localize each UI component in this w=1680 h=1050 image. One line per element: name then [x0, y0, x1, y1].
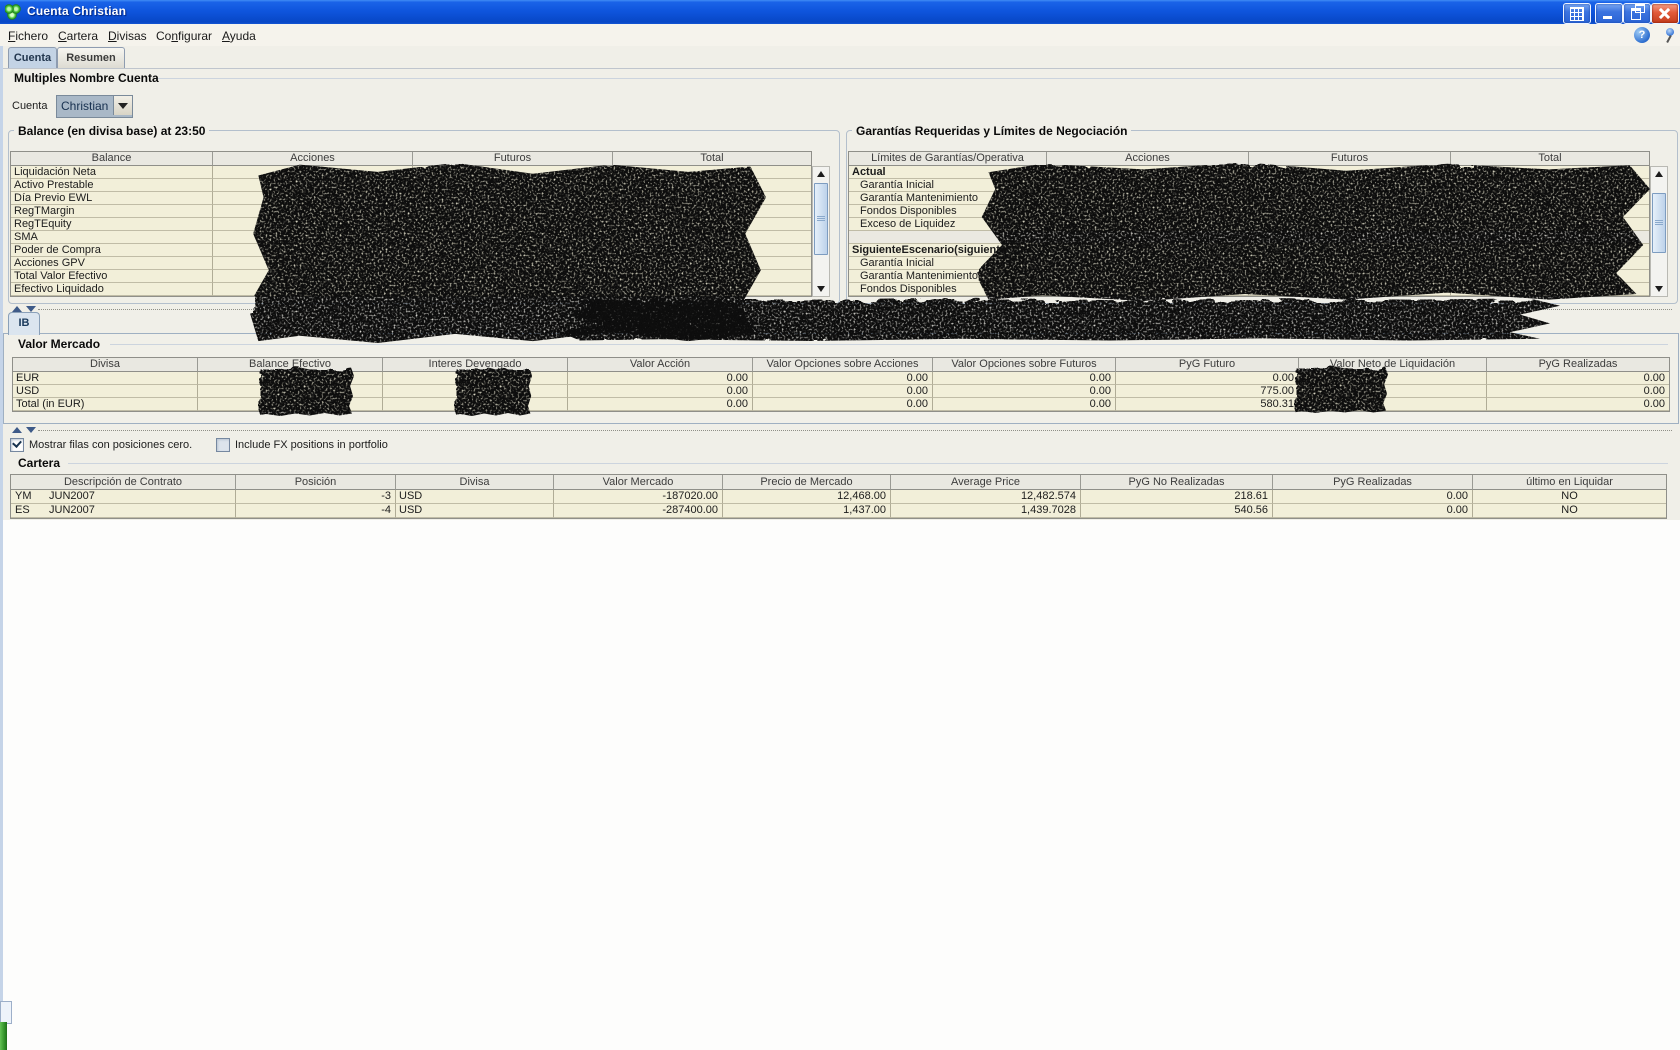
close-button[interactable]: [1651, 3, 1679, 24]
column-header[interactable]: Total: [1451, 152, 1649, 166]
empty-area: [0, 520, 1680, 1050]
column-header[interactable]: Posición: [236, 475, 396, 490]
column-header[interactable]: Divisa: [13, 358, 198, 372]
column-header[interactable]: Divisa: [396, 475, 554, 490]
redaction-scribble: [560, 297, 1560, 341]
account-dropdown-button[interactable]: [113, 96, 132, 115]
redaction-scribble: [256, 366, 354, 416]
tab-resumen[interactable]: Resumen: [57, 47, 125, 68]
window-left-border: [0, 46, 3, 1050]
collapse-up-icon[interactable]: [12, 427, 22, 433]
show-zero-positions-checkbox[interactable]: [10, 438, 24, 452]
column-header[interactable]: Futuros: [413, 152, 613, 166]
collapse-down-icon[interactable]: [26, 427, 36, 433]
splitter[interactable]: [0, 426, 1676, 434]
column-header[interactable]: PyG Futuro: [1116, 358, 1299, 372]
portfolio-group-line: [68, 463, 1668, 464]
restore-icon: [1631, 8, 1641, 20]
column-header[interactable]: Acciones: [1047, 152, 1249, 166]
menu-fichero[interactable]: Fichero: [5, 28, 51, 44]
include-fx-positions-label: Include FX positions in portfolio: [235, 439, 388, 451]
application-window: Cuenta Christian Fichero Cartera Divisas…: [0, 0, 1680, 1050]
market-value-group-line: [110, 344, 1668, 345]
scroll-up-icon[interactable]: [1655, 171, 1663, 177]
column-header[interactable]: Descripción de Contrato: [11, 475, 236, 490]
margin-scrollbar[interactable]: [1650, 166, 1668, 297]
column-header[interactable]: Acciones: [213, 152, 413, 166]
balance-table-header: Balance Acciones Futuros Total: [11, 152, 811, 166]
portfolio-title: Cartera: [14, 456, 64, 470]
window-title: Cuenta Christian: [27, 4, 126, 18]
show-zero-positions-label: Mostrar filas con posiciones cero.: [29, 439, 192, 451]
contract-month: JUN2007: [49, 490, 95, 502]
minimize-icon: [1603, 16, 1612, 19]
column-header[interactable]: Average Price: [891, 475, 1081, 490]
contract-symbol: YM: [11, 490, 49, 503]
tab-ib[interactable]: IB: [8, 312, 40, 335]
column-header[interactable]: Precio de Mercado: [723, 475, 891, 490]
menu-configurar[interactable]: Configurar: [153, 28, 215, 44]
redaction-scribble: [975, 161, 1650, 301]
contract-month: JUN2007: [49, 504, 95, 516]
redaction-scribble: [452, 366, 532, 416]
scrollbar-thumb[interactable]: [814, 183, 828, 255]
menu-divisas[interactable]: Divisas: [105, 28, 150, 44]
column-header[interactable]: Total: [613, 152, 811, 166]
scroll-down-icon[interactable]: [1655, 286, 1663, 292]
grid-icon: [1570, 7, 1584, 21]
table-row[interactable]: ESJUN2007 -4 USD -287400.00 1,437.00 1,4…: [11, 504, 1666, 518]
taskbar-fragment: [0, 1001, 12, 1024]
menu-cartera[interactable]: Cartera: [55, 28, 101, 44]
help-icon[interactable]: ?: [1634, 27, 1650, 43]
include-fx-positions-checkbox[interactable]: [216, 438, 230, 452]
tab-cuenta[interactable]: Cuenta: [8, 47, 57, 68]
account-dropdown-value: Christian: [61, 99, 108, 113]
column-header[interactable]: último en Liquidar: [1473, 475, 1666, 490]
account-label: Cuenta: [12, 100, 47, 112]
table-row[interactable]: YMJUN2007 -3 USD -187020.00 12,468.00 12…: [11, 490, 1666, 504]
close-icon: [1658, 8, 1670, 18]
app-icon: [5, 4, 21, 20]
column-header[interactable]: Límites de Garantías/Operativa: [849, 152, 1047, 166]
menu-bar: Fichero Cartera Divisas Configurar Ayuda: [0, 24, 1680, 47]
menu-ayuda[interactable]: Ayuda: [219, 28, 259, 44]
start-button-fragment: [0, 1022, 7, 1050]
column-header[interactable]: PyG No Realizadas: [1081, 475, 1273, 490]
tab-strip: Cuenta Resumen: [0, 46, 1680, 68]
margin-panel-title: Garantías Requeridas y Límites de Negoci…: [852, 124, 1131, 138]
title-bar: Cuenta Christian: [0, 0, 1680, 24]
column-header[interactable]: Balance: [11, 152, 213, 166]
column-header[interactable]: Valor Opciones sobre Futuros: [933, 358, 1116, 372]
pin-icon[interactable]: [1663, 27, 1677, 44]
account-group-line: [158, 78, 1670, 79]
maximize-button[interactable]: [1623, 3, 1651, 24]
minimize-button[interactable]: [1595, 3, 1623, 24]
column-header[interactable]: Valor Mercado: [554, 475, 723, 490]
scroll-down-icon[interactable]: [817, 286, 825, 292]
market-value-title: Valor Mercado: [14, 337, 104, 351]
balance-panel-title: Balance (en divisa base) at 23:50: [14, 124, 209, 138]
portfolio-table: Descripción de Contrato Posición Divisa …: [10, 474, 1667, 519]
column-header[interactable]: PyG Realizadas: [1273, 475, 1473, 490]
redaction-scribble: [1292, 365, 1388, 413]
account-dropdown[interactable]: Christian: [56, 95, 133, 118]
splitter-handle[interactable]: [38, 430, 1672, 431]
portfolio-header: Descripción de Contrato Posición Divisa …: [11, 475, 1666, 490]
scroll-up-icon[interactable]: [817, 171, 825, 177]
column-header[interactable]: PyG Realizadas: [1487, 358, 1669, 372]
column-header[interactable]: Valor Acción: [568, 358, 753, 372]
balance-scrollbar[interactable]: [812, 166, 830, 297]
contract-symbol: ES: [11, 504, 49, 517]
column-header[interactable]: Valor Opciones sobre Acciones: [753, 358, 933, 372]
column-header[interactable]: Futuros: [1249, 152, 1451, 166]
account-group-title: Multiples Nombre Cuenta: [10, 71, 163, 85]
chevron-down-icon: [118, 103, 128, 109]
grid-button[interactable]: [1563, 3, 1591, 24]
scrollbar-thumb[interactable]: [1652, 193, 1666, 253]
